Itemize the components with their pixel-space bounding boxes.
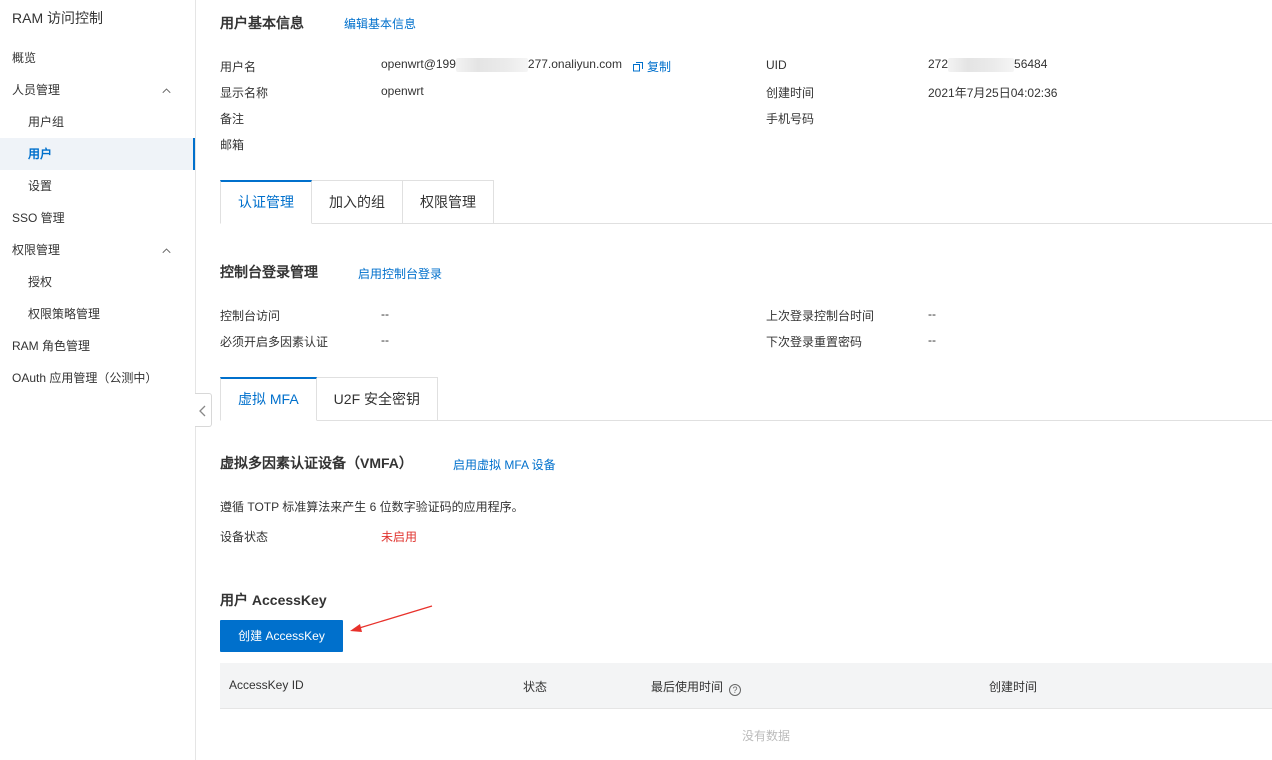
help-icon[interactable]: ? <box>729 684 742 696</box>
section-title-accesskey: 用户 AccessKey <box>220 592 327 608</box>
sidebar-item-label: SSO 管理 <box>12 211 65 225</box>
chevron-up-icon <box>162 88 171 94</box>
sidebar-item-label: 用户 <box>28 147 53 161</box>
sidebar-item-label: 权限策略管理 <box>28 307 101 321</box>
username-suffix: 277.onaliyun.com <box>527 57 622 71</box>
app-title: RAM 访问控制 <box>12 10 103 26</box>
sidebar-item-settings[interactable]: 设置 <box>0 170 195 202</box>
device-status-value: 未启用 <box>381 530 418 544</box>
sidebar-item-user-groups[interactable]: 用户组 <box>0 106 195 138</box>
uid-prefix: 272 <box>928 57 949 71</box>
console-access-label: 控制台访问 <box>220 309 281 323</box>
enable-console-login-link[interactable]: 启用控制台登录 <box>358 265 442 282</box>
reset-password-value: -- <box>928 333 936 347</box>
sidebar-item-users[interactable]: 用户 <box>0 138 195 170</box>
sidebar-item-policies[interactable]: 权限策略管理 <box>0 298 195 330</box>
column-header-last-used: 最后使用时间? <box>651 678 742 696</box>
sidebar-item-oauth[interactable]: OAuth 应用管理（公测中） <box>0 362 195 394</box>
annotation-arrow-icon <box>350 605 433 632</box>
vmfa-description: 遵循 TOTP 标准算法来产生 6 位数字验证码的应用程序。 <box>220 500 524 514</box>
sidebar-item-label: 授权 <box>28 275 53 289</box>
tab-auth-management[interactable]: 认证管理 <box>220 180 312 224</box>
copy-icon <box>633 62 643 72</box>
sidebar: RAM 访问控制 概览 人员管理 用户组 用户 设置 SSO 管理 权限管理 授… <box>0 0 196 760</box>
main-content: 用户基本信息 编辑基本信息 用户名 openwrt@199 277.onaliyu… <box>196 0 1272 760</box>
copy-button[interactable]: 复制 <box>633 58 671 75</box>
reset-password-label: 下次登录重置密码 <box>766 335 863 349</box>
created-time-label: 创建时间 <box>766 86 815 100</box>
column-header-accesskey-id: AccessKey ID <box>229 678 304 692</box>
username-label: 用户名 <box>220 60 257 74</box>
tab-permission-management[interactable]: 权限管理 <box>403 180 494 224</box>
last-login-value: -- <box>928 307 936 321</box>
uid-value: 272 56484 <box>928 57 1047 72</box>
redacted-blur <box>948 57 1015 72</box>
sidebar-item-label: 概览 <box>12 51 37 65</box>
tab-virtual-mfa[interactable]: 虚拟 MFA <box>220 377 317 421</box>
sidebar-item-roles[interactable]: RAM 角色管理 <box>0 330 195 362</box>
column-header-created: 创建时间 <box>989 680 1038 694</box>
console-access-value: -- <box>381 307 389 321</box>
sidebar-item-label: RAM 角色管理 <box>12 339 91 353</box>
main-tabs: 认证管理 加入的组 权限管理 <box>220 180 494 224</box>
chevron-up-icon <box>162 248 171 254</box>
mfa-tabs: 虚拟 MFA U2F 安全密钥 <box>220 377 439 421</box>
tab-u2f-key[interactable]: U2F 安全密钥 <box>316 377 439 421</box>
username-value: openwrt@199 277.onaliyun.com <box>381 57 622 72</box>
sidebar-item-overview[interactable]: 概览 <box>0 42 195 74</box>
redacted-blur <box>455 57 528 72</box>
mfa-required-label: 必须开启多因素认证 <box>220 335 329 349</box>
tab-joined-groups[interactable]: 加入的组 <box>312 180 403 224</box>
section-title-console-login: 控制台登录管理 <box>220 264 318 280</box>
create-accesskey-button[interactable]: 创建 AccessKey <box>220 620 343 652</box>
created-time-value: 2021年7月25日04:02:36 <box>928 86 1058 100</box>
sidebar-item-grants[interactable]: 授权 <box>0 266 195 298</box>
email-label: 邮箱 <box>220 138 245 152</box>
sidebar-item-label: OAuth 应用管理（公测中） <box>12 371 158 385</box>
section-title-vmfa: 虚拟多因素认证设备（VMFA） <box>220 455 413 471</box>
phone-label: 手机号码 <box>766 112 815 126</box>
edit-basic-info-link[interactable]: 编辑基本信息 <box>344 15 416 32</box>
device-status-label: 设备状态 <box>220 530 269 544</box>
uid-label: UID <box>766 58 787 72</box>
sidebar-item-label: 用户组 <box>28 115 65 129</box>
mfa-required-value: -- <box>381 333 389 347</box>
display-name-value: openwrt <box>381 84 424 98</box>
username-prefix: openwrt@199 <box>381 57 456 71</box>
enable-vmfa-link[interactable]: 启用虚拟 MFA 设备 <box>453 456 556 473</box>
sidebar-item-sso[interactable]: SSO 管理 <box>0 202 195 234</box>
sidebar-item-label: 设置 <box>28 179 53 193</box>
sidebar-item-label: 权限管理 <box>12 243 61 257</box>
copy-label: 复制 <box>647 60 672 74</box>
column-header-status: 状态 <box>523 680 548 694</box>
note-label: 备注 <box>220 112 245 126</box>
uid-suffix: 56484 <box>1014 57 1048 71</box>
last-login-label: 上次登录控制台时间 <box>766 309 875 323</box>
sidebar-item-permissions[interactable]: 权限管理 <box>0 234 195 266</box>
empty-state: 没有数据 <box>741 729 790 743</box>
accesskey-table-header: AccessKey ID 状态 最后使用时间? 创建时间 <box>220 663 1272 709</box>
sidebar-item-label: 人员管理 <box>12 83 61 97</box>
section-title-basic-info: 用户基本信息 <box>220 15 304 31</box>
display-name-label: 显示名称 <box>220 86 269 100</box>
column-header-label: 最后使用时间 <box>651 680 724 694</box>
sidebar-item-people[interactable]: 人员管理 <box>0 74 195 106</box>
